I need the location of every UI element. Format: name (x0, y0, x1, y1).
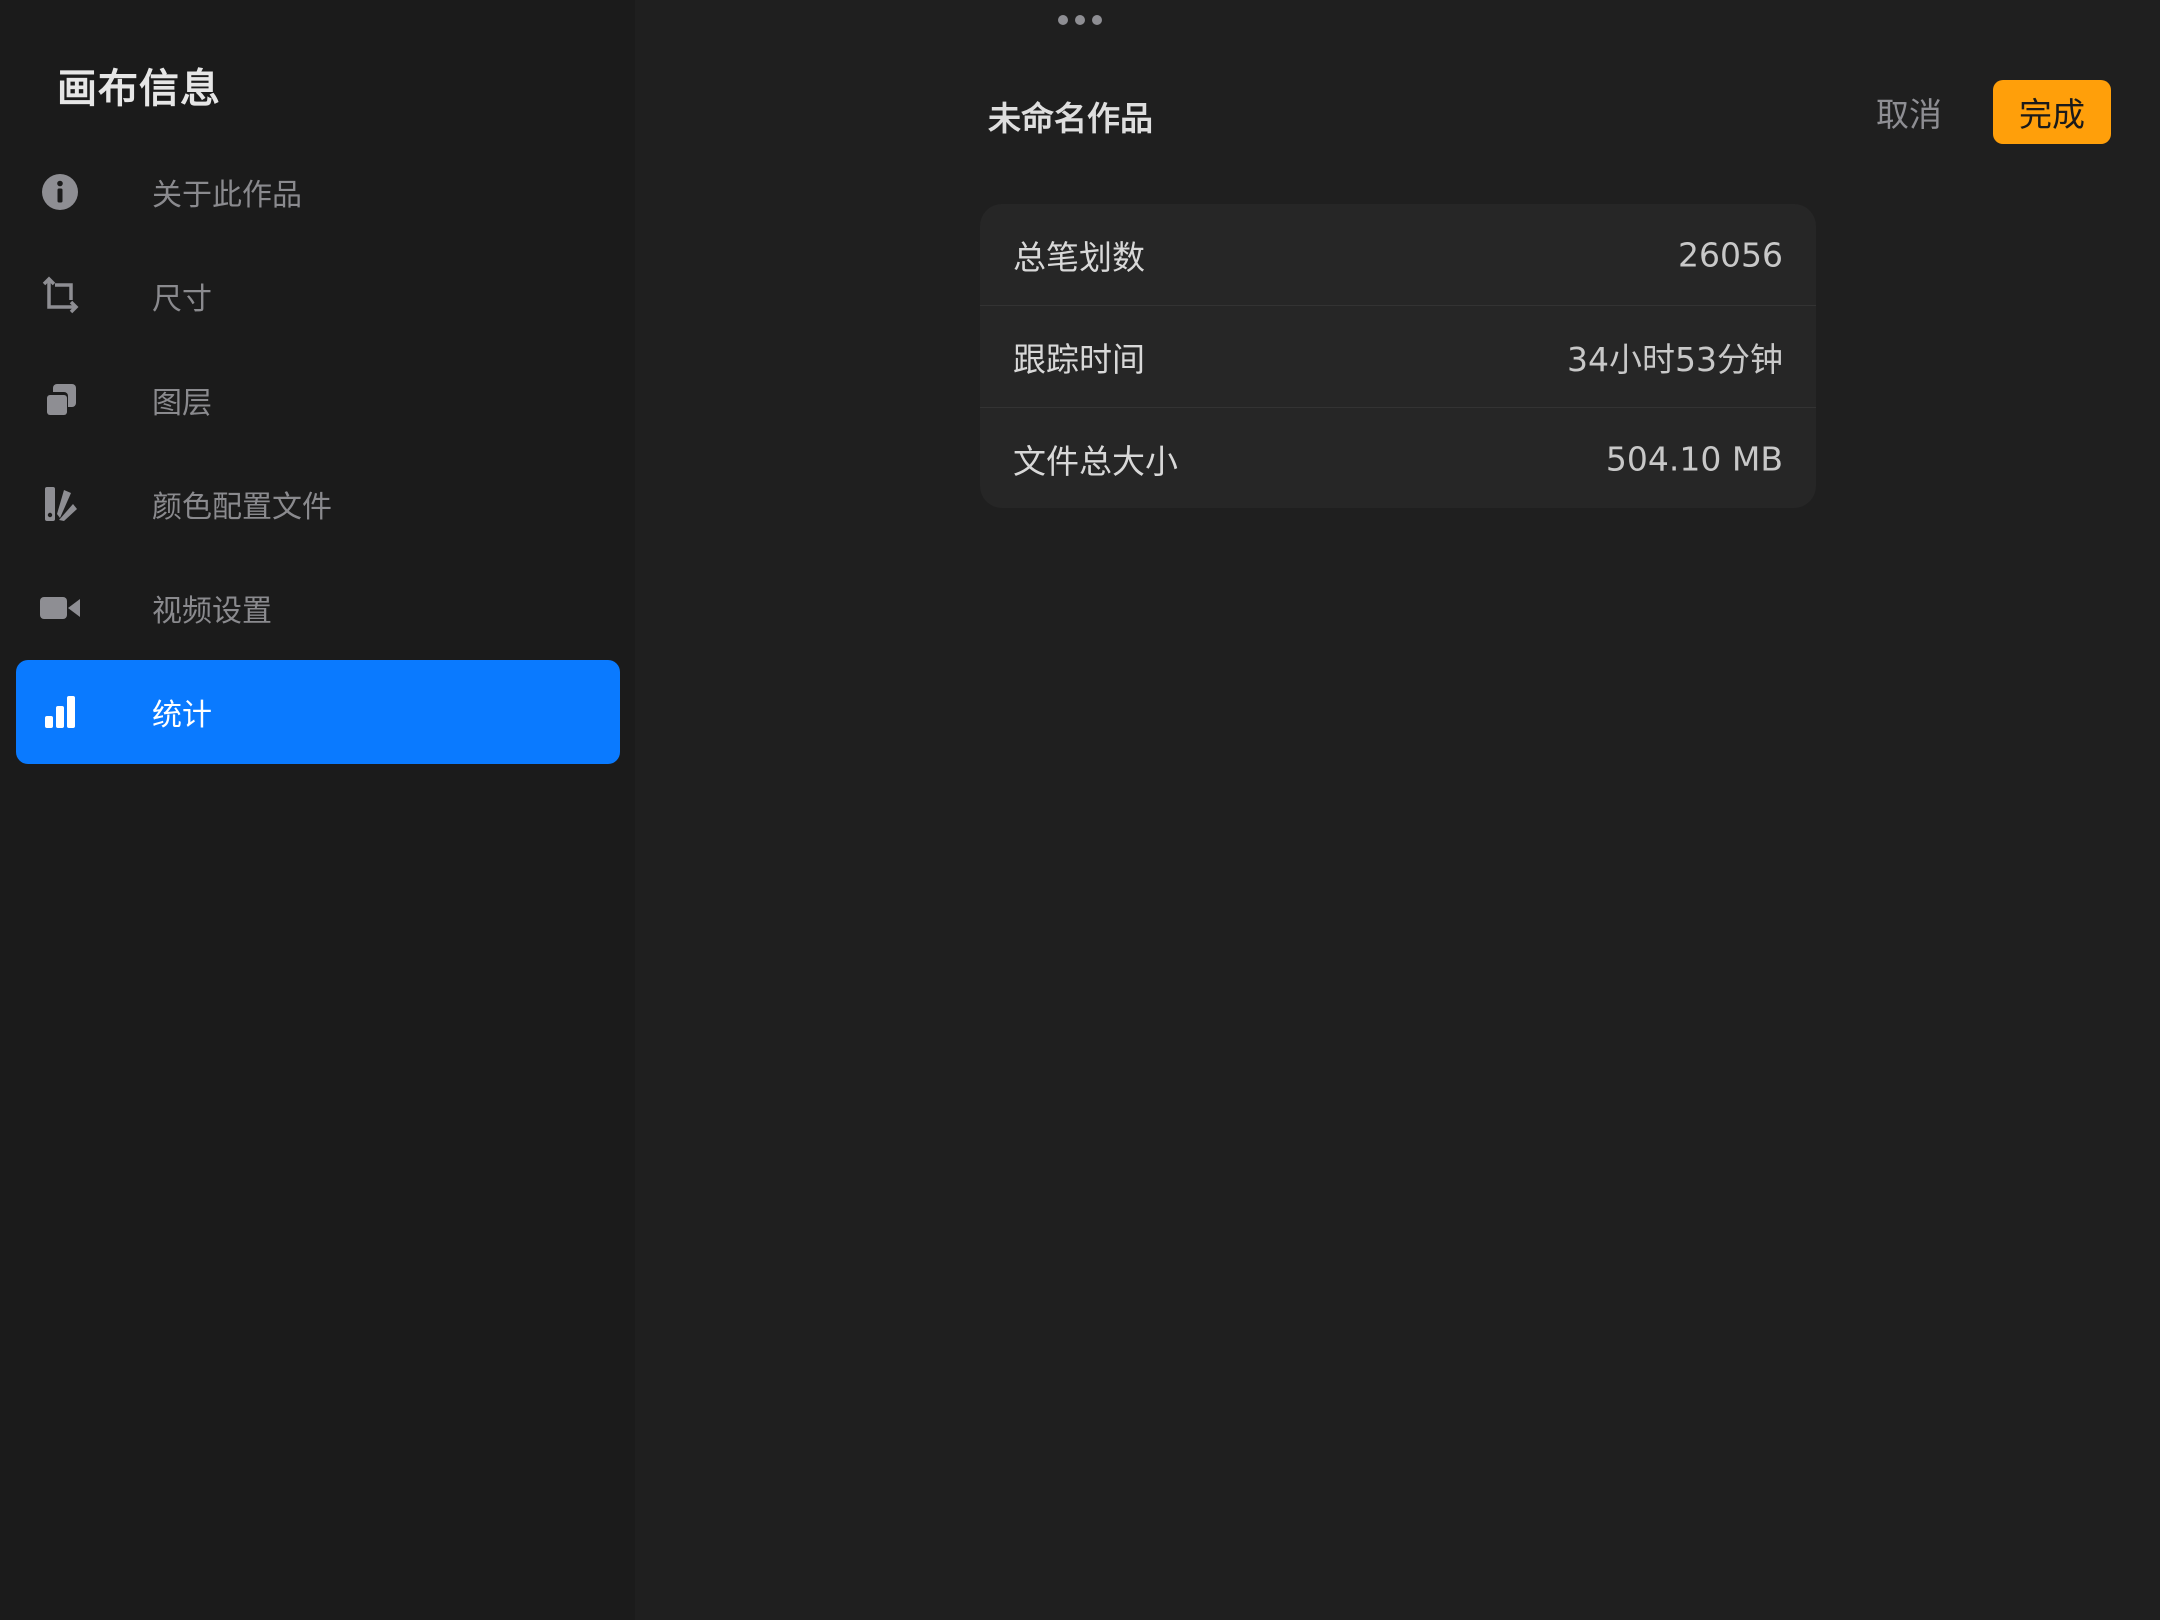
sidebar-item-layers[interactable]: 图层 (16, 348, 620, 452)
video-camera-icon (38, 586, 82, 630)
stat-row-tracked-time: 跟踪时间 34小时53分钟 (980, 306, 1816, 408)
grabber-dot (1092, 15, 1102, 25)
stat-value: 34小时53分钟 (1567, 339, 1783, 379)
sidebar-item-size[interactable]: 尺寸 (16, 244, 620, 348)
sidebar-item-label: 图层 (152, 386, 212, 421)
crop-icon (38, 274, 82, 318)
stat-key: 跟踪时间 (1013, 339, 1145, 379)
stat-key: 总笔划数 (1013, 237, 1145, 277)
canvas-info-window: 画布信息 关于此作品 尺寸 图层 颜色配置文件 视频设置 统计 未命名作品 取消… (0, 0, 2160, 1620)
sidebar-item-label: 统计 (152, 698, 212, 733)
sidebar-title: 画布信息 (57, 66, 221, 112)
cancel-button[interactable]: 取消 (1876, 88, 1942, 136)
sidebar-nav: 关于此作品 尺寸 图层 颜色配置文件 视频设置 统计 (16, 140, 620, 764)
sidebar-item-about[interactable]: 关于此作品 (16, 140, 620, 244)
statistics-card: 总笔划数 26056 跟踪时间 34小时53分钟 文件总大小 504.10 MB (980, 204, 1816, 508)
sidebar-item-label: 关于此作品 (152, 178, 302, 213)
color-swatch-icon (38, 482, 82, 526)
grabber-dot (1058, 15, 1068, 25)
sidebar-item-label: 尺寸 (152, 282, 212, 317)
info-icon (38, 170, 82, 214)
grabber-dot (1075, 15, 1085, 25)
stat-row-file-size: 文件总大小 504.10 MB (980, 408, 1816, 508)
sidebar: 画布信息 关于此作品 尺寸 图层 颜色配置文件 视频设置 统计 (0, 0, 635, 1620)
layers-icon (38, 378, 82, 422)
sidebar-item-statistics[interactable]: 统计 (16, 660, 620, 764)
sidebar-item-label: 颜色配置文件 (152, 490, 332, 525)
done-button[interactable]: 完成 (1993, 80, 2111, 144)
window-grabber-handle[interactable] (1058, 15, 1102, 25)
stat-value: 26056 (1678, 235, 1783, 274)
stat-row-total-strokes: 总笔划数 26056 (980, 204, 1816, 306)
sidebar-item-video-settings[interactable]: 视频设置 (16, 556, 620, 660)
page-title: 未命名作品 (988, 99, 1153, 138)
sidebar-item-color-profile[interactable]: 颜色配置文件 (16, 452, 620, 556)
sidebar-item-label: 视频设置 (152, 594, 272, 629)
stat-value: 504.10 MB (1605, 439, 1783, 478)
stat-key: 文件总大小 (1013, 441, 1178, 481)
bar-chart-icon (38, 690, 82, 734)
